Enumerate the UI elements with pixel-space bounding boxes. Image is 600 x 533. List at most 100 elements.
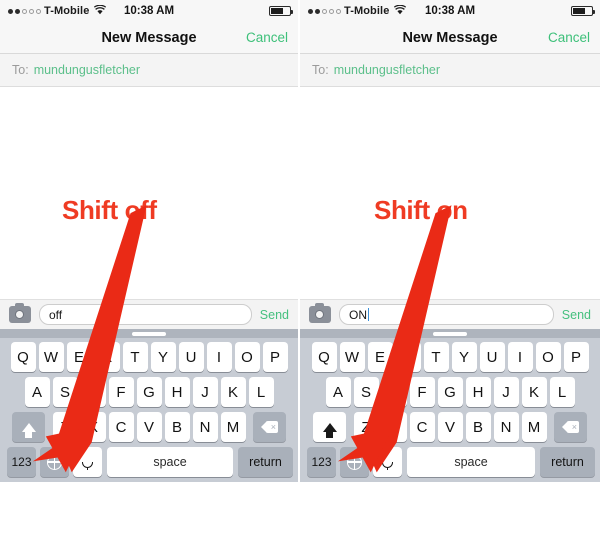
- key-j[interactable]: J: [192, 377, 218, 407]
- cancel-button[interactable]: Cancel: [548, 30, 590, 45]
- key-f[interactable]: F: [409, 377, 435, 407]
- numbers-key[interactable]: 123: [7, 447, 36, 477]
- keyboard-drag-handle[interactable]: [132, 331, 166, 336]
- onscreen-keyboard: Q W E R T Y U I O P A S D F G H J K L Z …: [0, 329, 298, 482]
- key-l[interactable]: L: [248, 377, 274, 407]
- navigation-bar: New Message Cancel: [0, 22, 298, 54]
- keyboard-row-3: Z X C V B N M ×: [2, 412, 296, 442]
- key-o[interactable]: O: [535, 342, 561, 372]
- keyboard-row-2: A S D F G H J K L: [302, 377, 598, 407]
- recipient-field[interactable]: To: mundungusfletcher: [300, 54, 600, 87]
- key-q[interactable]: Q: [10, 342, 36, 372]
- key-e[interactable]: E: [66, 342, 92, 372]
- key-x[interactable]: X: [381, 412, 407, 442]
- shift-key[interactable]: [12, 412, 45, 442]
- clock-label: 10:38 AM: [123, 5, 175, 17]
- keyboard-drag-handle[interactable]: [433, 331, 467, 336]
- backspace-key[interactable]: ×: [253, 412, 286, 442]
- camera-icon[interactable]: [9, 303, 31, 323]
- key-q[interactable]: Q: [311, 342, 337, 372]
- key-i[interactable]: I: [206, 342, 232, 372]
- keyboard-row-3: Z X C V B N M ×: [302, 412, 598, 442]
- globe-key[interactable]: [340, 447, 369, 477]
- key-d[interactable]: D: [80, 377, 106, 407]
- key-h[interactable]: H: [164, 377, 190, 407]
- send-button[interactable]: Send: [562, 308, 591, 322]
- key-k[interactable]: K: [521, 377, 547, 407]
- backspace-key[interactable]: ×: [554, 412, 587, 442]
- message-input[interactable]: ON: [339, 304, 554, 325]
- dictation-key[interactable]: [73, 447, 102, 477]
- key-g[interactable]: G: [437, 377, 463, 407]
- page-title: New Message: [101, 29, 197, 46]
- compose-bar: off Send: [0, 299, 298, 329]
- key-i[interactable]: I: [507, 342, 533, 372]
- key-z[interactable]: Z: [52, 412, 78, 442]
- key-d[interactable]: D: [381, 377, 407, 407]
- numbers-key[interactable]: 123: [307, 447, 336, 477]
- message-input[interactable]: off: [39, 304, 252, 325]
- status-right: [571, 6, 595, 16]
- message-thread-area: Shift off: [0, 87, 298, 299]
- key-m[interactable]: M: [220, 412, 246, 442]
- key-v[interactable]: V: [136, 412, 162, 442]
- key-f[interactable]: F: [108, 377, 134, 407]
- key-e[interactable]: E: [367, 342, 393, 372]
- key-w[interactable]: W: [38, 342, 64, 372]
- key-x[interactable]: X: [80, 412, 106, 442]
- shift-key[interactable]: [313, 412, 346, 442]
- key-v[interactable]: V: [437, 412, 463, 442]
- camera-icon[interactable]: [309, 303, 331, 323]
- keyboard-handle-bar[interactable]: [300, 329, 600, 338]
- battery-icon: [571, 6, 595, 16]
- key-g[interactable]: G: [136, 377, 162, 407]
- recipient-field[interactable]: To: mundungusfletcher: [0, 54, 298, 87]
- key-y[interactable]: Y: [451, 342, 477, 372]
- space-key[interactable]: space: [107, 447, 233, 477]
- recipient-label: To:: [12, 63, 29, 77]
- return-key[interactable]: return: [540, 447, 595, 477]
- key-b[interactable]: B: [164, 412, 190, 442]
- space-key[interactable]: space: [407, 447, 535, 477]
- key-w[interactable]: W: [339, 342, 365, 372]
- key-z[interactable]: Z: [353, 412, 379, 442]
- globe-icon: [346, 454, 362, 470]
- message-input-value: ON: [349, 307, 367, 322]
- page-title: New Message: [402, 29, 498, 46]
- key-c[interactable]: C: [409, 412, 435, 442]
- message-input-value: off: [49, 307, 63, 322]
- key-p[interactable]: P: [262, 342, 288, 372]
- key-s[interactable]: S: [353, 377, 379, 407]
- key-y[interactable]: Y: [150, 342, 176, 372]
- recipient-value: mundungusfletcher: [33, 63, 141, 77]
- dictation-key[interactable]: [373, 447, 402, 477]
- status-right: [269, 6, 293, 16]
- return-key[interactable]: return: [238, 447, 293, 477]
- key-b[interactable]: B: [465, 412, 491, 442]
- key-s[interactable]: S: [52, 377, 78, 407]
- status-bar: T-Mobile 10:38 AM: [0, 0, 298, 22]
- key-k[interactable]: K: [220, 377, 246, 407]
- key-h[interactable]: H: [465, 377, 491, 407]
- key-n[interactable]: N: [192, 412, 218, 442]
- key-n[interactable]: N: [493, 412, 519, 442]
- key-c[interactable]: C: [108, 412, 134, 442]
- key-u[interactable]: U: [178, 342, 204, 372]
- key-l[interactable]: L: [549, 377, 575, 407]
- cancel-button[interactable]: Cancel: [246, 30, 288, 45]
- key-u[interactable]: U: [479, 342, 505, 372]
- key-o[interactable]: O: [234, 342, 260, 372]
- keyboard-handle-bar[interactable]: [0, 329, 298, 338]
- key-t[interactable]: T: [122, 342, 148, 372]
- key-p[interactable]: P: [563, 342, 589, 372]
- globe-key[interactable]: [40, 447, 69, 477]
- key-r[interactable]: R: [94, 342, 120, 372]
- key-t[interactable]: T: [423, 342, 449, 372]
- keyboard-row-4: 123 space return: [302, 447, 598, 477]
- key-a[interactable]: A: [325, 377, 351, 407]
- key-m[interactable]: M: [521, 412, 547, 442]
- key-j[interactable]: J: [493, 377, 519, 407]
- send-button[interactable]: Send: [260, 308, 289, 322]
- key-a[interactable]: A: [24, 377, 50, 407]
- key-r[interactable]: R: [395, 342, 421, 372]
